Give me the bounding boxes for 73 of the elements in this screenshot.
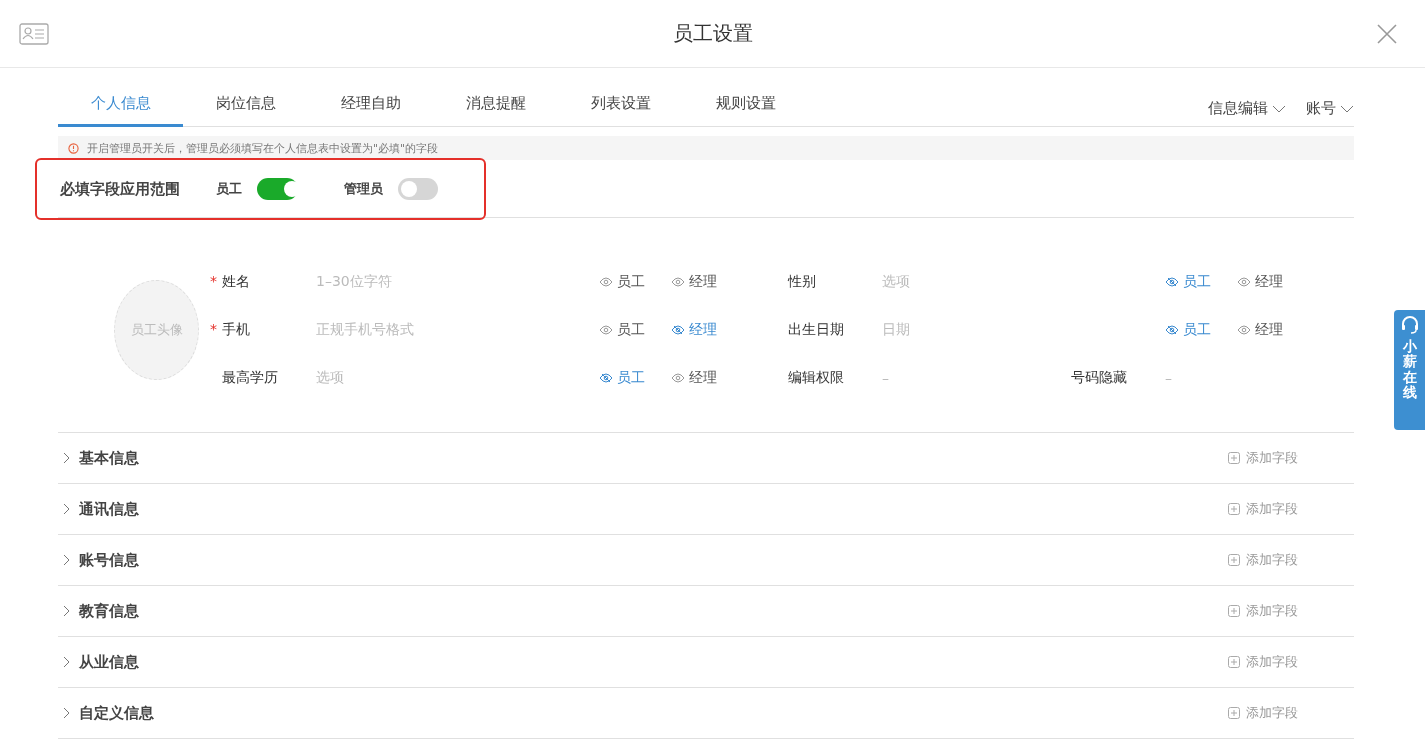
eye-slash-icon (1165, 277, 1179, 287)
required-mark: * (210, 273, 217, 289)
notice-text: 开启管理员开关后，管理员必须填写在个人信息表中设置为"必填"的字段 (87, 140, 439, 156)
visibility-toggle[interactable]: 经理 (671, 273, 743, 291)
scope-label: 必填字段应用范围 (60, 179, 180, 199)
visibility-toggle[interactable]: 员工 (599, 273, 671, 291)
field-hint: 日期 (882, 321, 911, 339)
field-label: 性别 (788, 273, 817, 291)
field-label: 出生日期 (788, 321, 845, 339)
plus-square-icon (1228, 605, 1240, 617)
tab[interactable]: 岗位信息 (183, 94, 308, 127)
plus-square-icon (1228, 503, 1240, 515)
required-mark: * (210, 321, 217, 337)
field-hint: 选项 (316, 369, 345, 387)
eye-icon (671, 373, 685, 383)
visibility-toggle[interactable]: 经理 (671, 369, 743, 387)
section-header[interactable]: 通讯信息 (58, 499, 139, 519)
field-label: 最高学历 (222, 369, 279, 387)
window-title: 员工设置 (673, 20, 753, 47)
tab[interactable]: 列表设置 (558, 94, 683, 127)
chevron-icon (62, 707, 70, 719)
toggle-switch[interactable] (397, 178, 438, 200)
visibility-toggle[interactable]: 员工 (599, 369, 671, 387)
switch-label: 员工 (216, 180, 242, 198)
section-header[interactable]: 基本信息 (58, 448, 139, 468)
close-icon[interactable] (1377, 23, 1397, 44)
switch-label: 管理员 (343, 180, 383, 198)
warning-icon (68, 142, 79, 154)
chevron-icon (62, 656, 70, 668)
dropdown-menu[interactable]: 信息编辑 (1208, 99, 1286, 118)
visibility-toggle[interactable]: 经理 (671, 321, 743, 339)
eye-slash-icon (671, 325, 685, 335)
eye-slash-icon (1165, 325, 1179, 335)
field-label: 编辑权限 (788, 369, 845, 387)
field-hint: 选项 (882, 273, 911, 291)
eye-icon (599, 277, 613, 287)
chevron-icon (62, 554, 70, 566)
contact-card-icon[interactable] (19, 22, 49, 45)
tab[interactable]: 经理自助 (308, 94, 433, 127)
tab[interactable]: 消息提醒 (433, 94, 558, 127)
eye-icon (1237, 325, 1251, 335)
caret-icon (1340, 104, 1354, 113)
visibility-toggle[interactable]: 经理 (1237, 321, 1309, 339)
plus-square-icon (1228, 707, 1240, 719)
field-hint: 正规手机号格式 (316, 321, 415, 339)
dropdown-menu[interactable]: 账号 (1306, 99, 1354, 118)
eye-icon (671, 277, 685, 287)
tab[interactable]: 规则设置 (683, 94, 808, 127)
section-header[interactable]: 自定义信息 (58, 703, 154, 723)
field-hint: – (1165, 370, 1173, 386)
chevron-icon (62, 452, 70, 464)
plus-square-icon (1228, 452, 1240, 464)
visibility-toggle[interactable]: 员工 (1165, 273, 1237, 291)
visibility-toggle[interactable]: 经理 (1237, 273, 1309, 291)
caret-icon (1272, 104, 1286, 113)
toggle-switch[interactable] (257, 178, 298, 200)
field-hint: 1–30位字符 (316, 273, 393, 291)
plus-square-icon (1228, 554, 1240, 566)
eye-icon (599, 325, 613, 335)
tab[interactable]: 个人信息 (58, 94, 183, 127)
visibility-toggle[interactable]: 员工 (599, 321, 671, 339)
chevron-icon (62, 503, 70, 515)
visibility-toggle[interactable]: 员工 (1165, 321, 1237, 339)
section-header[interactable]: 账号信息 (58, 550, 139, 570)
plus-square-icon (1228, 656, 1240, 668)
chevron-icon (62, 605, 70, 617)
eye-slash-icon (599, 373, 613, 383)
section-header[interactable]: 教育信息 (58, 601, 139, 621)
section-header[interactable]: 从业信息 (58, 652, 139, 672)
field-label: 号码隐藏 (1071, 369, 1128, 387)
headset-icon (1399, 315, 1420, 335)
field-hint: – (882, 370, 890, 386)
eye-icon (1237, 277, 1251, 287)
